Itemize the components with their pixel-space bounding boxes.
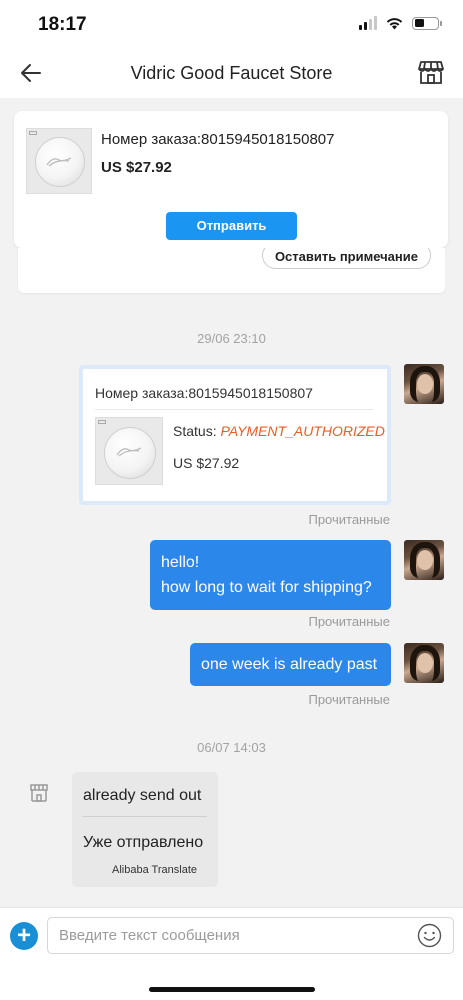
message-text-line: how long to wait for shipping? [161, 579, 372, 596]
avatar[interactable] [404, 540, 444, 580]
order-message-card[interactable]: Номер заказа:8015945018150807 Status: PA… [79, 365, 391, 505]
product-thumbnail[interactable] [26, 128, 92, 194]
battery-icon [412, 16, 442, 30]
status-label: Status: [173, 423, 221, 439]
pinned-order-card: Номер заказа:8015945018150807 US $27.92 … [14, 111, 448, 248]
read-receipt: Прочитанные [308, 614, 390, 629]
send-order-button[interactable]: Отправить [166, 212, 297, 240]
message-input[interactable] [47, 917, 454, 954]
store-avatar-icon[interactable] [28, 782, 50, 804]
message-text: one week is already past [201, 656, 378, 673]
message-input-bar: + [0, 907, 463, 1000]
status-icons [359, 16, 442, 30]
seller-message-bubble[interactable]: already send out Уже отправлено Alibaba … [72, 772, 218, 887]
nav-bar: Vidric Good Faucet Store [0, 48, 463, 98]
timestamp: 29/06 23:10 [197, 331, 266, 346]
product-thumbnail[interactable] [95, 417, 163, 485]
plus-icon[interactable]: + [10, 922, 38, 950]
signal-icon [359, 16, 377, 30]
message-original-text: already send out [83, 787, 202, 804]
wifi-icon [386, 18, 403, 30]
home-indicator[interactable] [149, 987, 315, 992]
order-price: US $27.92 [101, 159, 172, 176]
read-receipt: Прочитанные [308, 692, 390, 707]
divider [83, 816, 207, 817]
message-bubble[interactable]: hello! how long to wait for shipping? [150, 540, 391, 610]
status-time: 18:17 [38, 14, 87, 35]
leave-note-button[interactable]: Оставить примечание [261, 248, 431, 269]
avatar[interactable] [404, 364, 444, 404]
previous-card: Оставить примечание [18, 248, 445, 293]
order-number: Номер заказа:8015945018150807 [95, 385, 313, 401]
message-text-line: hello! [161, 554, 200, 571]
status-bar: 18:17 [0, 0, 463, 48]
store-title: Vidric Good Faucet Store [130, 63, 333, 83]
order-number: Номер заказа:8015945018150807 [101, 131, 335, 148]
divider [95, 409, 373, 410]
status-value: PAYMENT_AUTHORIZED [220, 423, 385, 439]
timestamp: 06/07 14:03 [197, 740, 266, 755]
emoji-icon[interactable] [417, 923, 442, 948]
read-receipt: Прочитанные [308, 512, 390, 527]
order-price: US $27.92 [173, 455, 240, 471]
message-bubble[interactable]: one week is already past [190, 643, 391, 686]
message-translated-text: Уже отправлено [83, 834, 204, 851]
order-status: Status: PAYMENT_AUTHORIZED [173, 423, 385, 439]
translation-source: Alibaba Translate [112, 864, 197, 876]
avatar[interactable] [404, 643, 444, 683]
storefront-icon[interactable] [417, 58, 445, 86]
